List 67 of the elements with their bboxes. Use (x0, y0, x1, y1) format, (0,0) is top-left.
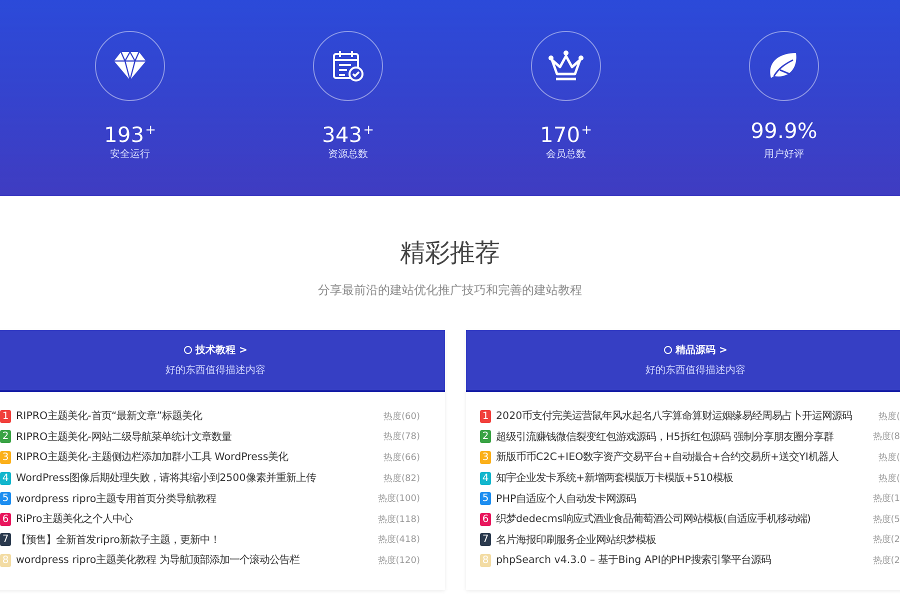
heat-count: 热度(1 (872, 492, 900, 506)
category-link[interactable]: 精品源码 > (676, 343, 728, 357)
rank-badge: 7 (0, 533, 11, 546)
article-link[interactable]: RIPRO主题美化-首页“最新文章”标题美化 (16, 409, 378, 424)
heat-count: 热度(118) (378, 514, 420, 526)
rank-badge: 6 (0, 512, 11, 526)
stat-value: 170$^{+}$ (540, 122, 592, 144)
category-link[interactable]: 技术教程 > (196, 343, 248, 357)
stat-label: 用户好评 (764, 148, 804, 161)
heat-count: 热度( (878, 452, 900, 464)
heat-count: 热度(120) (378, 554, 420, 567)
article-link[interactable]: 知宇企业发卡系统+新增两套模版万卡模版+510模板 (496, 471, 872, 486)
heat-count: 热度( (878, 410, 900, 423)
rank-badge: 4 (480, 472, 491, 485)
rank-badge: 7 (480, 533, 491, 546)
rank-badge: 1 (480, 410, 491, 423)
stat-label: 会员总数 (546, 148, 586, 161)
card-subtitle: 好的东西值得描述内容 (644, 364, 746, 377)
rank-badge: 5 (0, 492, 11, 506)
article-link[interactable]: 名片海报印刷服务企业网站织梦模板 (496, 532, 867, 547)
stat-label: 安全运行 (110, 148, 150, 161)
heat-count: 热度(418) (378, 534, 420, 546)
rank-badge: 5 (480, 492, 491, 506)
rank-badge: 2 (480, 430, 491, 444)
article-link[interactable]: WordPress图像后期处理失败，请将其缩小到2500像素并重新上传 (16, 471, 378, 486)
heat-count: 热度(2 (872, 554, 900, 567)
rank-badge: 4 (0, 472, 11, 485)
stat-value: 193$^{+}$ (104, 122, 156, 144)
diamond-icon (113, 51, 147, 81)
section-title: 精彩推荐 (399, 237, 501, 269)
heat-count: 热度(2 (872, 534, 900, 546)
stat-label: 资源总数 (328, 148, 368, 161)
stat-value: 343$^{+}$ (322, 122, 374, 144)
heat-count: 热度( (878, 472, 900, 485)
crown-icon (548, 50, 584, 82)
article-link[interactable]: PHP自适应个人自动发卡网源码 (496, 492, 867, 506)
rank-badge: 8 (480, 554, 491, 567)
section-subtitle: 分享最前沿的建站优化推广技巧和完善的建站教程 (317, 282, 583, 299)
rank-badge: 6 (480, 512, 491, 526)
circle-icon (664, 346, 672, 354)
stat-value: 99.9% (750, 118, 818, 144)
article-link[interactable]: 2020币支付完美运营鼠年风水起名八字算命算财运姻缘易经周易占卜开运网源码 (496, 409, 872, 424)
article-link[interactable]: 新版币币C2C+IEO数字资产交易平台+自动撮合+合约交易所+送交YI机器人 (496, 450, 872, 464)
card-subtitle: 好的东西值得描述内容 (164, 364, 266, 377)
heat-count: 热度(100) (378, 492, 420, 506)
heat-count: 热度(5 (872, 514, 900, 526)
article-link[interactable]: 【预售】全新首发ripro新款子主题，更新中！ (16, 532, 372, 547)
heat-count: 热度(8 (872, 430, 900, 444)
article-link[interactable]: RiPro主题美化之个人中心 (16, 512, 372, 526)
heat-count: 热度(60) (384, 410, 420, 423)
rank-badge: 3 (480, 450, 491, 464)
rank-badge: 1 (0, 410, 11, 423)
heat-count: 热度(78) (384, 430, 420, 444)
article-link[interactable]: RIPRO主题美化-主题侧边栏添加加群小工具 WordPress美化 (16, 450, 378, 464)
article-link[interactable]: 超级引流赚钱微信裂变红包游戏源码，H5拆红包源码 强制分享朋友圈分享群 (496, 430, 867, 444)
rank-badge: 8 (0, 554, 11, 567)
article-link[interactable]: wordpress ripro主题美化教程 为导航顶部添加一个滚动公告栏 (16, 553, 372, 568)
article-link[interactable]: wordpress ripro主题专用首页分类导航教程 (16, 492, 372, 506)
article-link[interactable]: phpSearch v4.3.0 – 基于Bing API的PHP搜索引擎平台源码 (496, 553, 867, 568)
rank-badge: 2 (0, 430, 11, 444)
heat-count: 热度(82) (384, 472, 420, 485)
article-link[interactable]: 织梦dedecms响应式酒业食品葡萄酒公司网站模板(自适应手机移动端) (496, 512, 867, 526)
circle-icon (184, 346, 192, 354)
article-link[interactable]: RIPRO主题美化-网站二级导航菜单统计文章数量 (16, 430, 378, 444)
calendar-check-icon (332, 50, 364, 82)
rank-badge: 3 (0, 450, 11, 464)
heat-count: 热度(66) (384, 452, 420, 464)
